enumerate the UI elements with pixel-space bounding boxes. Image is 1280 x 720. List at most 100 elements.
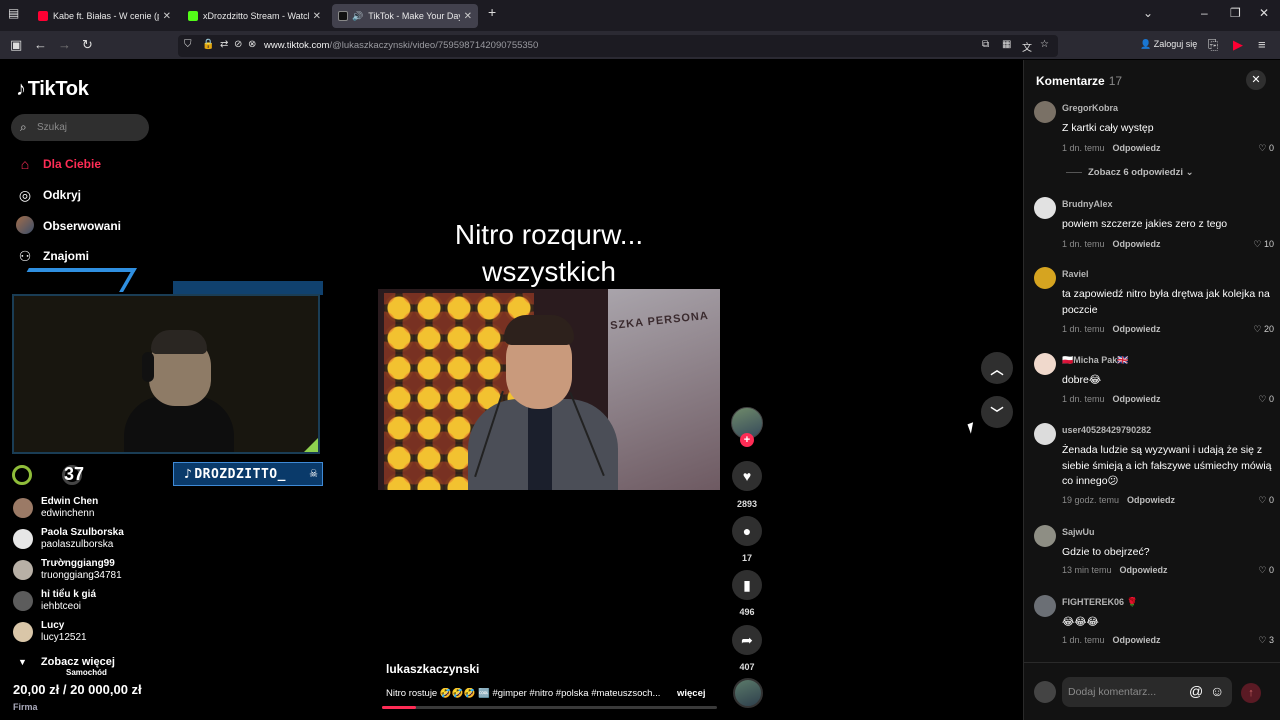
- speaker-icon[interactable]: 🔊: [352, 11, 363, 22]
- comment-input[interactable]: Dodaj komentarz... @ ☺: [1062, 677, 1232, 707]
- video-author[interactable]: lukaszkaczynski: [386, 662, 479, 676]
- extensions-icon[interactable]: ⎘: [1208, 37, 1218, 53]
- video-progress-bar[interactable]: [382, 706, 717, 709]
- avatar[interactable]: [1034, 423, 1056, 445]
- close-icon[interactable]: ✕: [313, 11, 321, 22]
- shield-icon[interactable]: ⛉: [184, 39, 192, 50]
- comment-user[interactable]: user40528429790282: [1062, 425, 1151, 435]
- comment-user[interactable]: BrudnyAlex: [1062, 199, 1113, 209]
- back-button[interactable]: ←: [34, 37, 47, 52]
- comment-like-button[interactable]: ♡ 0: [1258, 565, 1274, 576]
- avatar[interactable]: [1034, 353, 1056, 375]
- close-icon[interactable]: ✕: [163, 11, 171, 22]
- comment-user[interactable]: 🇵🇱Micha Pak🇬🇧: [1062, 355, 1128, 366]
- tiktok-logo[interactable]: ♪ TikTok: [16, 78, 89, 101]
- comment-like-count: 0: [1268, 565, 1274, 575]
- tab-list-icon[interactable]: ▤: [8, 6, 19, 20]
- comment-button[interactable]: ●: [732, 516, 762, 546]
- reply-button[interactable]: Odpowiedz: [1113, 143, 1161, 153]
- previous-video-button[interactable]: ︿: [981, 352, 1013, 384]
- avatar[interactable]: [1034, 525, 1056, 547]
- tab-kick[interactable]: xDrozdzitto Stream - Watch Liv ✕: [182, 4, 327, 28]
- account-item[interactable]: hỉ tiểu k giá iehbtceoi: [13, 587, 96, 615]
- reply-button[interactable]: Odpowiedz: [1120, 565, 1168, 575]
- reader-view-icon[interactable]: ▦: [1002, 39, 1011, 50]
- reply-button[interactable]: Odpowiedz: [1113, 324, 1161, 334]
- comment-input-row: Dodaj komentarz... @ ☺ ↑: [1024, 662, 1280, 720]
- forward-button[interactable]: →: [58, 37, 71, 52]
- comment-time: 1 dn. temu: [1062, 635, 1105, 645]
- account-item[interactable]: Trườnggiang99 truonggiang34781: [13, 556, 122, 584]
- comment-like-button[interactable]: ♡ 3: [1258, 635, 1274, 646]
- avatar[interactable]: [1034, 197, 1056, 219]
- chevron-down-icon[interactable]: ⌄: [1143, 6, 1153, 20]
- menu-icon[interactable]: ≡: [1258, 37, 1266, 52]
- share-count: 407: [739, 662, 755, 672]
- sidebar-toggle-icon[interactable]: ▣: [10, 37, 22, 53]
- share-button[interactable]: ➦: [732, 625, 762, 655]
- video-frame[interactable]: SZKA PERSONA: [378, 289, 720, 490]
- login-button[interactable]: 👤 Zaloguj się: [1140, 39, 1197, 50]
- avatar[interactable]: [1034, 101, 1056, 123]
- new-tab-button[interactable]: +: [488, 4, 496, 20]
- comment-like-button[interactable]: ♡ 10: [1253, 239, 1274, 250]
- follow-button[interactable]: +: [740, 433, 754, 447]
- lock-icon[interactable]: 🔒: [202, 39, 214, 50]
- like-button[interactable]: ♥: [732, 461, 762, 491]
- comment-icon: ●: [742, 523, 752, 539]
- sidebar-item-for-you[interactable]: ⌂ Dla Ciebie: [16, 154, 101, 174]
- comment-like-button[interactable]: ♡ 0: [1258, 143, 1274, 154]
- send-comment-button[interactable]: ↑: [1241, 683, 1261, 703]
- picture-in-picture-icon[interactable]: ⧉: [982, 39, 989, 50]
- comment-user[interactable]: SajwUu: [1062, 527, 1095, 537]
- caption-more-link[interactable]: więcej: [677, 688, 706, 699]
- tab-tiktok[interactable]: 🔊 TikTok - Make Your Day ✕: [332, 4, 478, 28]
- reply-button[interactable]: Odpowiedz: [1113, 635, 1161, 645]
- sidebar-item-following[interactable]: Obserwowani: [16, 215, 121, 236]
- login-label: Zaloguj się: [1153, 39, 1198, 49]
- account-item[interactable]: Lucy lucy12521: [13, 618, 87, 646]
- close-icon[interactable]: ✕: [464, 11, 472, 22]
- avatar[interactable]: [1034, 595, 1056, 617]
- next-video-button[interactable]: ﹀: [981, 396, 1013, 428]
- comment-like-button[interactable]: ♡ 0: [1258, 394, 1274, 405]
- camera-off-icon[interactable]: ⊘: [234, 39, 242, 50]
- search-input[interactable]: ⌕ Szukaj: [11, 114, 149, 141]
- comment-like-button[interactable]: ♡ 20: [1253, 324, 1274, 335]
- youtube-extension-icon[interactable]: ▶: [1233, 37, 1243, 53]
- reply-button[interactable]: Odpowiedz: [1113, 239, 1161, 249]
- permissions-icon[interactable]: ⇄: [220, 39, 228, 50]
- url-bar[interactable]: ⛉ 🔒 ⇄ ⊘ ⊗ www.tiktok.com/@lukaszkaczynsk…: [178, 35, 1058, 57]
- reply-button[interactable]: Odpowiedz: [1127, 495, 1175, 505]
- mention-icon[interactable]: @: [1189, 683, 1203, 699]
- account-item[interactable]: Edwin Chen edwinchenn: [13, 494, 98, 522]
- comments-title: Komentarze: [1036, 74, 1105, 88]
- comment-user[interactable]: FIGHTEREK06 🌹: [1062, 597, 1138, 608]
- comment-user[interactable]: GregorKobra: [1062, 103, 1118, 113]
- comment-like-button[interactable]: ♡ 0: [1258, 495, 1274, 506]
- save-button[interactable]: ▮: [732, 570, 762, 600]
- see-replies-button[interactable]: Zobacz 6 odpowiedzi ⌄: [1066, 167, 1194, 178]
- close-comments-button[interactable]: ✕: [1246, 70, 1266, 90]
- translate-icon[interactable]: 文: [1022, 39, 1032, 54]
- comment-meta: 1 dn. temu Odpowiedz: [1062, 635, 1161, 645]
- comment-meta: 19 godz. temu Odpowiedz: [1062, 495, 1175, 505]
- sidebar-item-friends[interactable]: ⚇ Znajomi: [16, 246, 89, 266]
- close-window-button[interactable]: ✕: [1259, 6, 1269, 20]
- minimize-button[interactable]: –: [1201, 6, 1208, 20]
- sidebar-item-explore[interactable]: ◎ Odkryj: [16, 185, 81, 205]
- reply-button[interactable]: Odpowiedz: [1113, 394, 1161, 404]
- maximize-button[interactable]: ❐: [1230, 6, 1241, 20]
- account-handle: edwinchenn: [41, 508, 95, 519]
- see-more-button[interactable]: ▼ Zobacz więcej: [18, 656, 115, 668]
- music-disc[interactable]: [733, 678, 763, 708]
- reload-button[interactable]: ↻: [82, 37, 93, 53]
- tab-youtube[interactable]: Kabe ft. Białas - W cenie (prod. ✕: [32, 4, 177, 28]
- account-item[interactable]: Paola Szulborska paolaszulborska: [13, 525, 124, 553]
- comment-user[interactable]: Raviel: [1062, 269, 1089, 279]
- emoji-icon[interactable]: ☺: [1210, 683, 1224, 699]
- avatar[interactable]: [1034, 267, 1056, 289]
- autoplay-icon[interactable]: ⊗: [248, 39, 256, 50]
- video-title-line: wszystkich: [482, 256, 616, 287]
- bookmark-star-icon[interactable]: ☆: [1040, 39, 1049, 50]
